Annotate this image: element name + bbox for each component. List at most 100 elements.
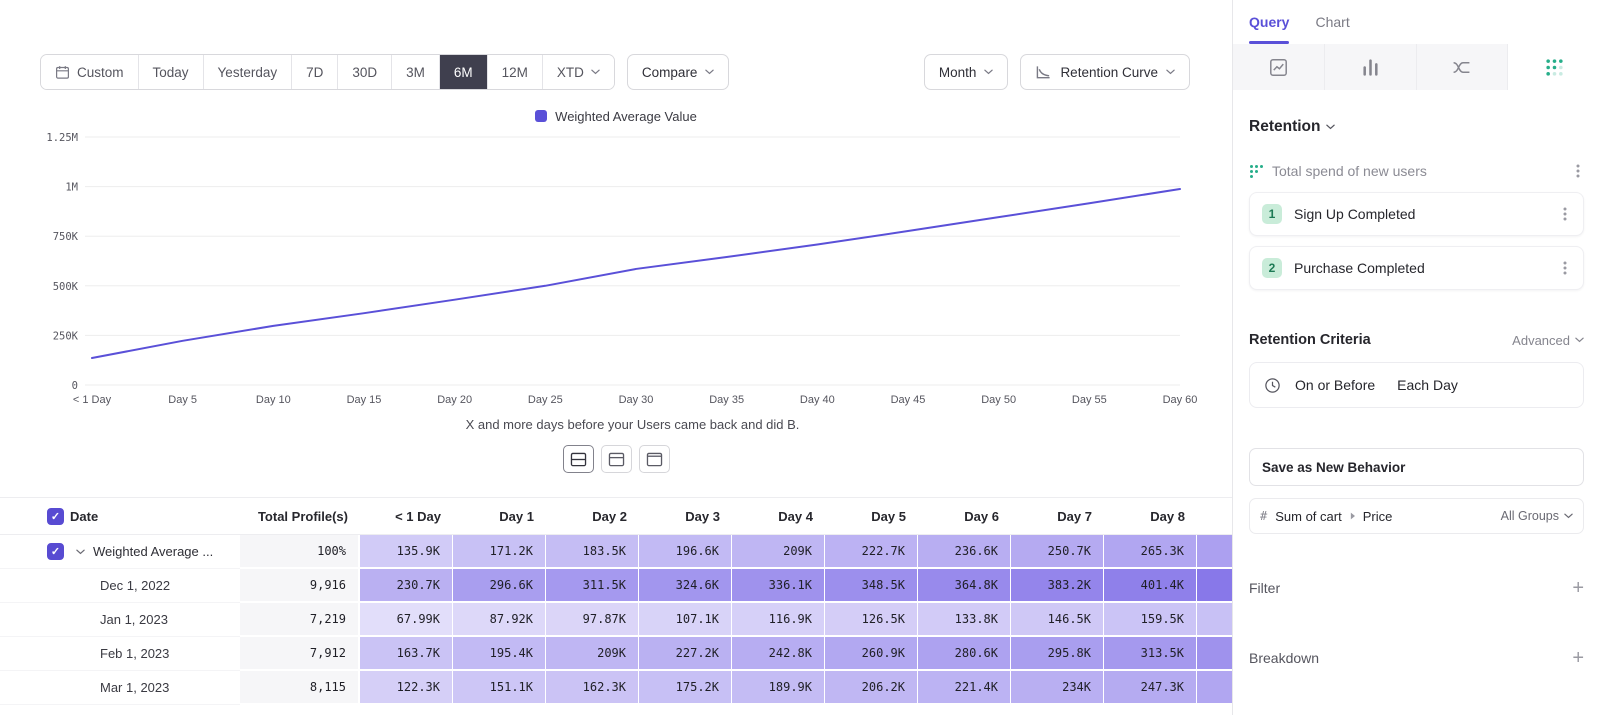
retention-grid-icon: [1545, 58, 1564, 77]
chart-type-dropdown[interactable]: Retention Curve: [1020, 54, 1190, 90]
x-tick-label: < 1 Day: [73, 394, 112, 406]
day-value-cell: 162.3K: [546, 671, 639, 705]
day-value-cell: 222.7K: [825, 535, 918, 569]
query-panel: Query Chart Retention Total spend of new…: [1232, 0, 1600, 715]
range-button-12m[interactable]: 12M: [487, 55, 542, 89]
select-all-checkbox[interactable]: ✓: [47, 508, 64, 525]
day-value-cell: 250.7K: [1011, 535, 1104, 569]
filter-row: Filter +: [1249, 578, 1584, 598]
row-label-cell: Feb 1, 2023: [70, 637, 240, 671]
row-expander-icon[interactable]: [76, 549, 85, 555]
day-value-cell: 227.2K: [639, 637, 732, 671]
rows-compact-icon: [646, 452, 663, 467]
behavior-step[interactable]: 2Purchase Completed: [1249, 246, 1584, 290]
table-row: ✓Weighted Average ...100%135.9K171.2K183…: [0, 535, 1232, 569]
range-label: 3M: [406, 65, 425, 80]
column-header-day-4: Day 4: [732, 498, 825, 534]
day-value-cell: 295.8K: [1011, 637, 1104, 671]
retention-curve-icon: [1035, 65, 1052, 80]
row-label-cell: Mar 1, 2023: [70, 671, 240, 705]
row-checkbox[interactable]: ✓: [47, 543, 64, 560]
range-button-custom[interactable]: Custom: [41, 55, 138, 89]
day-value-cell: 209K: [732, 535, 825, 569]
view-toggle-rows-compact[interactable]: [639, 445, 670, 473]
retention-section-title: Retention: [1249, 118, 1320, 136]
range-label: Today: [153, 65, 189, 80]
header-checkbox-cell: ✓: [0, 498, 70, 534]
measure-property: Sum of cart: [1275, 509, 1341, 524]
day-value-cell: 364.8K: [918, 569, 1011, 603]
flows-chart-icon: [1452, 58, 1471, 77]
range-button-yesterday[interactable]: Yesterday: [203, 55, 292, 89]
chart-type-insights-chart[interactable]: [1233, 44, 1325, 90]
day-value-cell: 234K: [1011, 671, 1104, 705]
total-profiles-cell: 9,916: [240, 569, 360, 603]
rows-split-icon: [570, 452, 587, 467]
day-value-cell: 122.3K: [360, 671, 453, 705]
range-button-7d[interactable]: 7D: [291, 55, 337, 89]
calendar-icon: [55, 65, 70, 80]
measure-row[interactable]: # Sum of cart Price All Groups: [1249, 498, 1584, 534]
day-value-cell: 324.6K: [639, 569, 732, 603]
x-tick-label: Day 5: [168, 394, 197, 406]
chart-type-tiles: [1233, 44, 1600, 90]
total-profiles-cell: 7,912: [240, 637, 360, 671]
table-body: ✓Weighted Average ...100%135.9K171.2K183…: [0, 535, 1232, 705]
range-button-3m[interactable]: 3M: [391, 55, 439, 89]
save-behavior-button[interactable]: Save as New Behavior: [1249, 448, 1584, 486]
insights-chart-icon: [1269, 58, 1288, 77]
clock-icon: [1264, 377, 1281, 394]
chart-type-retention-grid[interactable]: [1508, 44, 1600, 90]
range-label: 30D: [352, 65, 377, 80]
tab-chart[interactable]: Chart: [1315, 0, 1349, 44]
total-profiles-cell: 7,219: [240, 603, 360, 637]
add-filter-button[interactable]: +: [1572, 578, 1584, 598]
breakdown-row: Breakdown +: [1249, 648, 1584, 668]
criteria-title: Retention Criteria: [1249, 332, 1512, 348]
chart-type-bar-chart[interactable]: [1325, 44, 1417, 90]
view-toggle-rows-header[interactable]: [601, 445, 632, 473]
chevron-down-icon: [1575, 337, 1584, 343]
range-label: 6M: [454, 65, 473, 80]
day-value-cell: 87.92K: [453, 603, 546, 637]
compare-label: Compare: [642, 65, 698, 80]
chart-type-flows-chart[interactable]: [1417, 44, 1509, 90]
range-button-xtd[interactable]: XTD: [542, 55, 614, 89]
kebab-menu-icon[interactable]: [1559, 205, 1571, 223]
criteria-mode-dropdown[interactable]: Advanced: [1512, 333, 1584, 348]
row-checkbox-cell: [0, 637, 70, 671]
day-value-cell: 236.6K: [918, 535, 1011, 569]
total-profiles-cell: 100%: [240, 535, 360, 569]
behavior-icon: [1249, 164, 1264, 179]
group-dropdown[interactable]: All Groups: [1501, 509, 1573, 523]
range-button-30d[interactable]: 30D: [337, 55, 391, 89]
measure-sub-property: Price: [1363, 509, 1393, 524]
criteria-card[interactable]: On or Before Each Day: [1249, 362, 1584, 408]
day-value-cell: 159.5K: [1104, 603, 1197, 637]
table-header-row: ✓DateTotal Profile(s)< 1 DayDay 1Day 2Da…: [0, 497, 1232, 535]
day-value-cell: 206.2K: [825, 671, 918, 705]
day-value-cell: 280.6K: [918, 637, 1011, 671]
behavior-header: Total spend of new users: [1249, 162, 1584, 180]
table-row: Mar 1, 20238,115122.3K151.1K162.3K175.2K…: [0, 671, 1232, 705]
compare-button[interactable]: Compare: [627, 54, 730, 90]
behavior-step[interactable]: 1Sign Up Completed: [1249, 192, 1584, 236]
range-button-today[interactable]: Today: [138, 55, 203, 89]
range-label: XTD: [557, 65, 584, 80]
granularity-dropdown[interactable]: Month: [924, 54, 1009, 90]
add-breakdown-button[interactable]: +: [1572, 648, 1584, 668]
tab-query[interactable]: Query: [1249, 0, 1289, 44]
retention-table: ✓DateTotal Profile(s)< 1 DayDay 1Day 2Da…: [0, 497, 1232, 705]
day-value-cell: 209K: [546, 637, 639, 671]
date-range-group: Custom Today Yesterday7D 30D 3M 6M 12M XTD: [40, 54, 615, 90]
step-label: Purchase Completed: [1294, 260, 1547, 276]
kebab-menu-icon[interactable]: [1559, 259, 1571, 277]
kebab-menu-icon[interactable]: [1572, 162, 1584, 180]
x-tick-label: Day 10: [256, 394, 291, 406]
range-button-6m[interactable]: 6M: [439, 55, 487, 89]
column-header-day-8: Day 8: [1104, 498, 1197, 534]
retention-section-header[interactable]: Retention: [1249, 118, 1584, 136]
x-tick-label: Day 20: [437, 394, 472, 406]
panel-body: Retention Total spend of new users 1Sign…: [1233, 118, 1600, 668]
view-toggle-rows-split[interactable]: [563, 445, 594, 473]
